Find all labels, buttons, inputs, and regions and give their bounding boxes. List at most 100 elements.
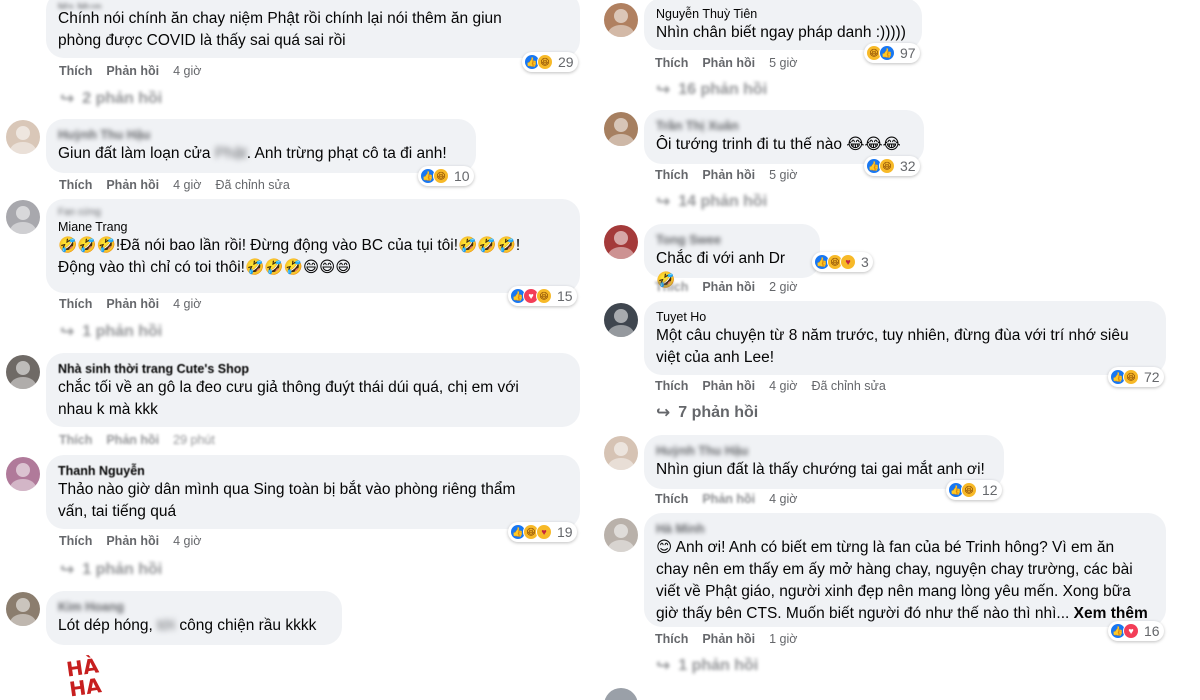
view-replies-link[interactable]: ↪ 1 phản hồi xyxy=(60,560,162,580)
commenter-avatar[interactable] xyxy=(604,225,638,259)
comment-author[interactable]: Huỳnh Thu Hậu xyxy=(58,127,464,143)
reply-button[interactable]: Phản hồi xyxy=(106,433,159,447)
like-button[interactable]: Thích xyxy=(655,632,688,646)
reaction-summary[interactable]: 😆 👍 97 xyxy=(864,43,920,63)
comment-author[interactable]: Hà Minh xyxy=(656,521,1154,537)
commenter-avatar[interactable] xyxy=(604,518,638,552)
comment-timestamp[interactable]: 2 giờ xyxy=(769,280,797,294)
comment-text: giờ thấy bên CTS. Muốn biết người đó như… xyxy=(656,605,1148,622)
comment-author[interactable]: Miane Trang xyxy=(58,219,568,235)
view-replies-link[interactable]: ↪ 16 phản hồi xyxy=(656,80,767,100)
replies-count: 1 phản hồi xyxy=(82,561,163,578)
like-button[interactable]: Thích xyxy=(59,534,92,548)
comment-timestamp[interactable]: 5 giờ xyxy=(769,56,797,70)
reply-button[interactable]: Phản hồi xyxy=(106,178,159,192)
comment-actions: Thích Phản hồi 4 giờ xyxy=(59,297,215,311)
commenter-avatar[interactable] xyxy=(6,457,40,491)
reply-button[interactable]: Phản hồi xyxy=(702,492,755,506)
comment-author[interactable]: Nguyễn Thuỳ Tiên xyxy=(656,6,910,22)
comment-timestamp[interactable]: 4 giờ xyxy=(769,379,797,393)
reaction-summary[interactable]: 👍 ♥ 😆 15 xyxy=(508,286,577,306)
comment-timestamp[interactable]: 4 giờ xyxy=(173,64,201,78)
reply-button[interactable]: Phản hồi xyxy=(702,379,755,393)
view-replies-link[interactable]: ↪ 14 phản hồi xyxy=(656,192,767,212)
comment-text: phòng được COVID là thấy sai quá sai rồi xyxy=(58,32,346,49)
reply-arrow-icon: ↪ xyxy=(656,192,671,211)
reply-button[interactable]: Phản hồi xyxy=(106,297,159,311)
comment-timestamp[interactable]: 5 giờ xyxy=(769,168,797,182)
comment-author[interactable]: Tuyet Ho xyxy=(656,309,1154,325)
comment-timestamp[interactable]: 4 giờ xyxy=(173,178,201,192)
commenter-avatar[interactable] xyxy=(6,355,40,389)
commenter-avatar[interactable] xyxy=(6,200,40,234)
comment-actions: Thích Phản hồi 4 giờ xyxy=(59,534,215,548)
comment-text: Giun đất làm loạn cửa Phật. Anh trừng ph… xyxy=(58,145,447,162)
view-replies-link[interactable]: ↪ 1 phản hồi xyxy=(60,322,162,342)
comment-author[interactable]: Nhà sinh thời trang Cute's Shop xyxy=(58,361,568,377)
comment-timestamp[interactable]: 1 giờ xyxy=(769,632,797,646)
reaction-summary[interactable]: 👍 ♥ 16 xyxy=(1108,621,1164,641)
commenter-avatar[interactable] xyxy=(6,120,40,154)
comment-author[interactable]: Kim Hoang xyxy=(58,599,330,615)
reply-button[interactable]: Phản hồi xyxy=(702,280,755,294)
like-button[interactable]: Thích xyxy=(655,168,688,182)
comment-author[interactable]: Tong Swee xyxy=(656,232,808,248)
commenter-avatar[interactable] xyxy=(604,303,638,337)
reaction-summary[interactable]: 👍 😆 ♥ 19 xyxy=(508,522,577,542)
view-replies-link[interactable]: ↪ 7 phản hồi xyxy=(656,403,758,423)
reply-button[interactable]: Phản hồi xyxy=(702,56,755,70)
reaction-summary[interactable]: 👍 😆 10 xyxy=(418,166,474,186)
comment-timestamp[interactable]: 29 phút xyxy=(173,433,215,447)
comment-text: Động vào thì chỉ có toi thôi!🤣🤣🤣😄😄😄 xyxy=(58,259,352,276)
comment-text: chắc tối về an gô la đeo cưu giả thông đ… xyxy=(58,379,519,396)
like-button[interactable]: Thích xyxy=(59,297,92,311)
like-button[interactable]: Thích xyxy=(59,178,92,192)
comment-bubble: Nhà sinh thời trang Cute's Shop chắc tối… xyxy=(46,353,580,427)
haha-reaction-icon: 😆 xyxy=(433,168,449,184)
view-replies-link[interactable]: ↪ 2 phản hồi xyxy=(60,89,162,109)
reply-button[interactable]: Phản hồi xyxy=(106,64,159,78)
reaction-summary[interactable]: 👍 😆 72 xyxy=(1108,367,1164,387)
reaction-summary[interactable]: 👍 😆 12 xyxy=(946,480,1002,500)
commenter-avatar[interactable] xyxy=(604,436,638,470)
like-button[interactable]: Thích xyxy=(655,280,688,294)
fan-badge: Fan cứng xyxy=(58,207,101,218)
reply-button[interactable]: Phản hồi xyxy=(702,168,755,182)
comment-author[interactable]: Huỳnh Thu Hậu xyxy=(656,443,992,459)
reaction-count: 32 xyxy=(900,158,916,174)
commenter-avatar[interactable] xyxy=(6,592,40,626)
like-button[interactable]: Thích xyxy=(655,56,688,70)
haha-reaction-icon: 😆 xyxy=(536,288,552,304)
view-replies-link[interactable]: ↪ 1 phản hồi xyxy=(656,656,758,676)
love-reaction-icon: ♥ xyxy=(1123,623,1139,639)
like-button[interactable]: Thích xyxy=(59,64,92,78)
comment-author[interactable]: Thanh Nguyễn xyxy=(58,463,568,479)
commenter-avatar[interactable] xyxy=(604,3,638,37)
reply-button[interactable]: Phản hồi xyxy=(106,534,159,548)
replies-count: 7 phản hồi xyxy=(678,404,759,421)
comment-actions: Thích Phản hồi 5 giờ xyxy=(655,56,811,70)
comment-timestamp[interactable]: 4 giờ xyxy=(173,297,201,311)
comment-actions: Thích Phản hồi 1 giờ xyxy=(655,632,811,646)
comment-author[interactable]: Ha Hun xyxy=(58,0,568,8)
see-more-link[interactable]: Xem thêm xyxy=(1074,605,1148,622)
like-button[interactable]: Thích xyxy=(655,492,688,506)
comment-timestamp[interactable]: 4 giờ xyxy=(173,534,201,548)
right-comment-column: Nguyễn Thuỳ Tiên Nhìn chân biết ngay phá… xyxy=(600,0,1200,700)
reaction-count: 10 xyxy=(454,168,470,184)
reaction-summary[interactable]: 👍 😆 ♥ 3 xyxy=(812,252,873,272)
comment-author[interactable]: Trần Thị Xuân xyxy=(656,118,912,134)
haha-sticker: HÀ HA xyxy=(64,653,103,700)
comment-bubble: Ha Hun Chính nói chính ăn chay niệm Phật… xyxy=(46,0,580,58)
comment-text: 😊 Anh ơi! Anh có biết em từng là fan của… xyxy=(656,539,1115,556)
comment-timestamp[interactable]: 4 giờ xyxy=(769,492,797,506)
reaction-summary[interactable]: 👍 😆 32 xyxy=(864,156,920,176)
reaction-summary[interactable]: 👍 😆 29 xyxy=(522,52,578,72)
like-button[interactable]: Thích xyxy=(655,379,688,393)
like-button[interactable]: Thích xyxy=(59,433,92,447)
reply-arrow-icon: ↪ xyxy=(60,322,75,341)
reply-button[interactable]: Phản hồi xyxy=(702,632,755,646)
comment-actions: Thích Phản hồi 2 giờ xyxy=(655,280,811,294)
commenter-avatar[interactable] xyxy=(604,112,638,146)
edited-label: Đã chỉnh sửa xyxy=(215,178,290,192)
